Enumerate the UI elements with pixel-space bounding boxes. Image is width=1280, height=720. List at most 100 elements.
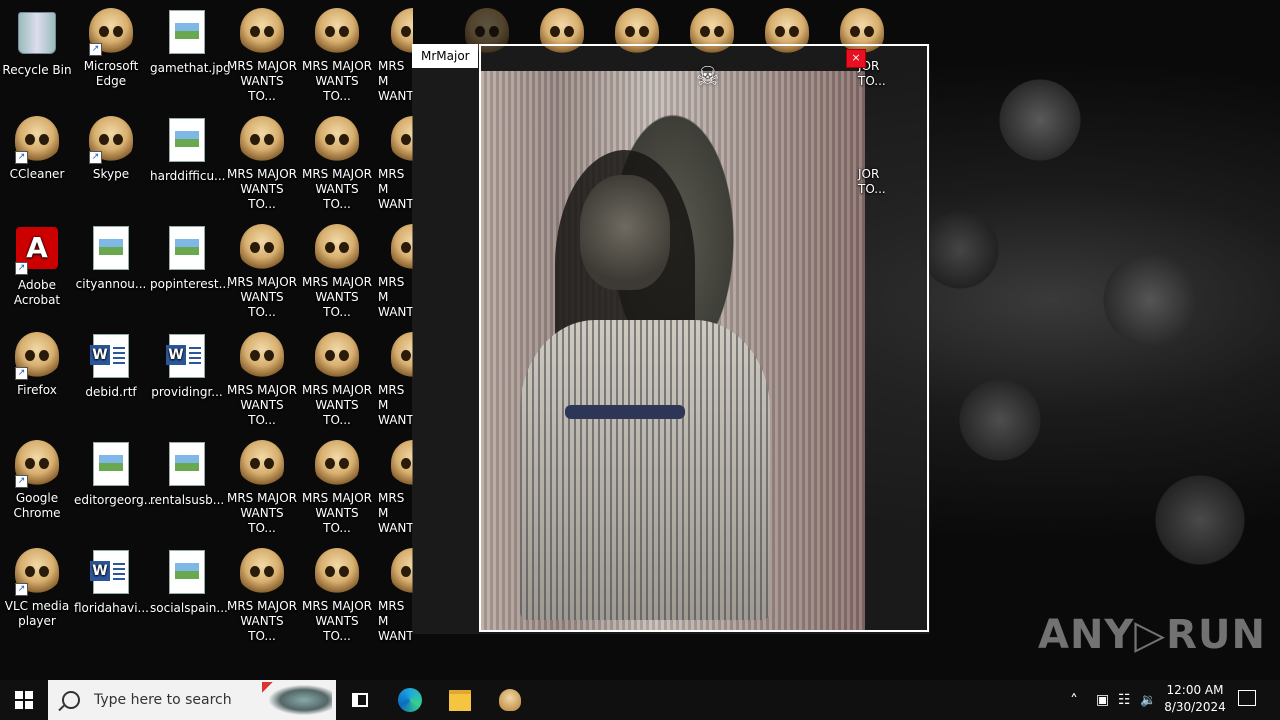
desktop-icon-cityannou[interactable]: cityannou... [74,224,148,292]
tray-network[interactable]: ☷ [1118,680,1131,720]
desktop-icon-label: VLC media player [4,599,70,628]
desktop-icon-label: MRS M WANT [378,275,413,319]
search-box[interactable]: Type here to search [48,680,336,720]
skull-icon: ↗ [13,548,61,596]
desktop-icon-label: MRS MAJOR WANTS TO... [226,599,297,643]
desktop-icon-mrs-major[interactable]: MRS M WANT [375,332,413,428]
taskbar-file-explorer[interactable] [440,680,480,720]
skull-icon: ↗ [13,116,61,164]
desktop-icon-mrs-major[interactable]: MRS MAJOR WANTS TO... [225,332,299,428]
desktop-icon-mrs-major[interactable]: MRS MAJOR WANTS TO... [225,116,299,212]
desktop-icon-mrs-major[interactable]: MRS M WANT [375,8,413,104]
desktop-icon-providingr[interactable]: W providingr... [150,332,224,400]
desktop-icon-firefox[interactable]: ↗ Firefox [0,332,74,398]
desktop-icon-mrs-major[interactable]: MRS MAJOR WANTS TO... [300,224,374,320]
skull-icon [238,548,286,596]
skull-icon: ↗ [87,116,135,164]
desktop-icon-label: MRS MAJOR WANTS TO... [226,383,297,427]
desktop-icon-mrs-major[interactable]: MRS M WANT [375,116,413,212]
desktop-icon-popinterest[interactable]: popinterest... [150,224,230,292]
clock[interactable]: 12:00 AM 8/30/2024 [1160,682,1230,716]
close-button[interactable]: × [846,49,866,68]
desktop-icon-mrs-major[interactable]: MRS MAJOR WANTS TO... [225,440,299,536]
anyrun-watermark: ANY▷RUN [1038,612,1266,658]
taskbar-mrmajor[interactable] [490,680,530,720]
usb-icon: ▣ [1096,692,1110,708]
taskbar-edge[interactable] [390,680,430,720]
shortcut-arrow-icon: ↗ [89,43,102,56]
desktop-icon-mrs-major[interactable]: MRS MAJOR WANTS TO... [300,548,374,644]
desktop-icon-label: MRS MAJOR WANTS TO... [301,491,372,535]
skull-icon [499,689,521,711]
skull-icon [313,224,361,272]
desktop-icon-label: editorgeorg... [74,493,156,507]
taskbar: Type here to search ˄ ▣ ☷ 🔉 [0,680,1280,720]
desktop-icon-debid[interactable]: W debid.rtf [74,332,148,400]
image-file-icon [163,226,211,274]
skull-icon [389,548,413,596]
search-icon [62,691,80,709]
tray-icon-1[interactable]: ▣ [1096,680,1109,720]
desktop-icon-ccleaner[interactable]: ↗ CCleaner [0,116,74,182]
shortcut-arrow-icon: ↗ [15,475,28,488]
desktop-icon-label: MRS M WANT [378,167,413,211]
desktop-icon-mrs-major[interactable]: MRS MAJOR WANTS TO... [225,224,299,320]
skull-icon [313,332,361,380]
desktop-icon-socialspain[interactable]: socialspain... [150,548,228,616]
volume-icon: 🔉 [1140,692,1157,708]
desktop-icon-google-chrome[interactable]: ↗ Google Chrome [0,440,74,521]
shortcut-arrow-icon: ↗ [89,151,102,164]
desktop-icon-rentalsusb[interactable]: rentalsusb... [150,440,224,508]
tray-volume[interactable]: 🔉 [1140,680,1156,720]
desktop-icon-mrs-major[interactable]: MRS MAJOR WANTS TO... [300,116,374,212]
skull-icon [238,440,286,488]
start-button[interactable] [0,680,48,720]
word-document-icon: W [163,334,211,382]
desktop-icon-label: MRS M WANT [378,599,413,643]
desktop-icon-label: MRS MAJOR WANTS TO... [301,275,372,319]
desktop-icon-mrs-major[interactable]: MRS MAJOR WANTS TO... [225,548,299,644]
desktop-icon-mrs-major[interactable]: MRS MAJOR WANTS TO... [300,332,374,428]
clock-time: 12:00 AM [1166,683,1224,697]
task-view-button[interactable] [340,680,380,720]
chevron-up-icon: ˄ [1070,690,1078,710]
word-document-icon: W [87,334,135,382]
desktop-icon-mrs-major[interactable]: MRS M WANT [375,224,413,320]
desktop-icon-mrs-major[interactable]: MRS MAJOR WANTS TO... [300,440,374,536]
desktop-icon-skype[interactable]: ↗ Skype [74,116,148,182]
desktop-icon-microsoft-edge[interactable]: ↗ Microsoft Edge [74,8,148,89]
recycle-bin-icon [13,12,61,60]
desktop-icon-vlc[interactable]: ↗ VLC media player [0,548,74,629]
folder-icon [449,689,471,711]
desktop-icon-label: providingr... [151,385,223,399]
desktop-icon-mrs-major[interactable]: MRS MAJOR WANTS TO... [225,8,299,104]
desktop-icon-label: MRS MAJOR WANTS TO... [301,599,372,643]
desktop-icon-floridahavi[interactable]: W floridahavi... [74,548,149,616]
search-placeholder: Type here to search [94,692,232,708]
desktop-icon-mrs-major[interactable]: MRS M WANT [375,548,413,644]
desktop-icon-harddifficu[interactable]: harddifficu... [150,116,226,184]
task-view-icon [352,693,368,707]
notification-icon[interactable] [1238,690,1256,706]
skull-crossbones-icon: ☠ [696,62,720,92]
desktop-icon-editorgeorg[interactable]: editorgeorg... [74,440,156,508]
desktop-icon-recycle-bin[interactable]: Recycle Bin [0,8,74,78]
image-file-icon [163,118,211,166]
desktop-icon-gamethat[interactable]: gamethat.jpg [150,8,231,76]
desktop-icon-mrs-major[interactable]: MRS MAJOR WANTS TO... [300,8,374,104]
desktop-icon-label: MRS M WANT [378,59,413,103]
skull-icon [313,8,361,56]
shortcut-arrow-icon: ↗ [15,583,28,596]
desktop-icon-label: floridahavi... [74,601,149,615]
desktop-icon-label: Adobe Acrobat [13,278,61,307]
show-hidden-icons-button[interactable]: ˄ [1070,680,1078,720]
desktop-icon-label: MRS M WANT [378,491,413,535]
window-border [479,44,929,632]
desktop-icon-mrs-major[interactable]: MRS M WANT [375,440,413,536]
desktop-icon-label: cityannou... [75,277,147,291]
skull-icon: ↗ [87,8,135,56]
image-file-icon [163,10,211,58]
skull-icon [313,116,361,164]
network-icon: ☷ [1118,692,1131,708]
desktop-icon-adobe-acrobat[interactable]: A ↗ Adobe Acrobat [0,224,74,308]
